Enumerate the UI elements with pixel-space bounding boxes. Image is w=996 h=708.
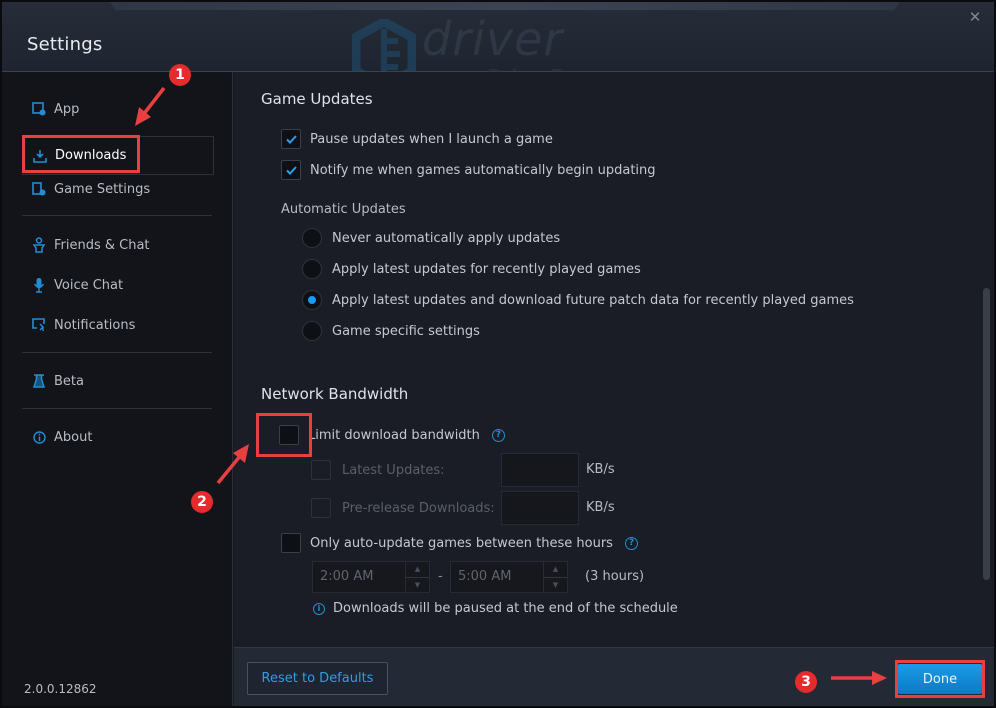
notify-updates-option[interactable]: Notify me when games automatically begin… [281,160,656,180]
latest-updates-input[interactable] [501,453,579,487]
prerelease-downloads-unit: KB/s [586,500,615,515]
sidebar-item-beta[interactable]: Beta [22,362,212,400]
pause-updates-checkbox[interactable] [281,129,301,149]
radio-button[interactable] [302,228,322,248]
sidebar-item-game-settings[interactable]: Game Settings [22,170,212,208]
pause-updates-label: Pause updates when I launch a game [310,131,553,147]
sidebar-item-label: Notifications [54,317,136,333]
notification-icon [32,317,46,333]
sidebar-item-label: About [54,429,93,445]
limit-bandwidth-checkbox[interactable] [279,425,299,445]
increment-up-icon[interactable]: ▲ [544,562,567,578]
sidebar-divider [22,215,212,216]
limit-bandwidth-option[interactable]: Limit download bandwidth ? [279,425,505,445]
reset-to-defaults-button[interactable]: Reset to Defaults [247,662,388,695]
limit-bandwidth-label: Limit download bandwidth [308,427,480,443]
sidebar-item-label: App [54,101,80,117]
done-button[interactable]: Done [898,664,982,694]
schedule-option[interactable]: Only auto-update games between these hou… [281,533,638,553]
title-bar: Settings ✕ [2,2,994,72]
latest-updates-unit: KB/s [586,462,615,477]
microphone-icon [32,277,46,293]
prerelease-downloads-option[interactable]: Pre-release Downloads: [311,498,495,518]
start-time-picker[interactable]: 2:00 AM ▲ ▼ [312,561,430,593]
sidebar-item-label: Beta [54,373,84,389]
pause-updates-option[interactable]: Pause updates when I launch a game [281,129,553,149]
sidebar-item-app[interactable]: App [22,90,212,128]
latest-updates-label: Latest Updates: [342,462,445,478]
automatic-updates-label: Automatic Updates [281,202,406,217]
settings-window: Settings ✕ driver easy www.DriverEasy.co… [0,0,996,708]
download-icon [33,148,47,164]
increment-up-icon[interactable]: ▲ [406,562,429,578]
help-icon[interactable]: ? [624,536,638,550]
game-settings-icon [32,181,46,197]
sidebar-item-label: Game Settings [54,181,151,197]
schedule-label: Only auto-update games between these hou… [310,535,613,551]
notify-updates-checkbox[interactable] [281,160,301,180]
sidebar-divider [22,408,212,409]
schedule-duration: (3 hours) [585,569,645,584]
radio-button[interactable] [302,259,322,279]
friends-icon [32,237,46,253]
annotation-badge-2: 2 [191,491,213,513]
time-separator: - [438,569,443,584]
prerelease-downloads-checkbox[interactable] [311,498,331,518]
radio-recent-games[interactable]: Apply latest updates for recently played… [302,259,641,279]
settings-content: Game Updates Pause updates when I launch… [234,72,994,647]
radio-label: Apply latest updates and download future… [332,292,854,308]
radio-label: Never automatically apply updates [332,230,561,246]
start-time-value: 2:00 AM [320,569,374,584]
radio-selected-dot [308,296,316,304]
close-icon: ✕ [968,8,982,26]
sidebar-item-label: Downloads [55,148,127,163]
help-icon[interactable]: ? [491,428,505,442]
annotation-badge-3: 3 [795,671,817,693]
sidebar-item-notifications[interactable]: Notifications [22,306,212,344]
info-icon: i [313,602,325,615]
window-title: Settings [27,34,103,55]
sidebar-item-about[interactable]: About [22,418,212,456]
latest-updates-option[interactable]: Latest Updates: [311,460,445,480]
app-settings-icon [32,101,46,117]
title-bar-accent [110,2,900,10]
prerelease-downloads-label: Pre-release Downloads: [342,500,495,516]
app-version: 2.0.0.12862 [24,682,97,696]
section-title-network-bandwidth: Network Bandwidth [261,385,409,403]
flask-icon [32,373,46,389]
checkmark-icon [285,165,297,175]
decrement-down-icon[interactable]: ▼ [406,578,429,593]
notify-updates-label: Notify me when games automatically begin… [310,162,656,178]
decrement-down-icon[interactable]: ▼ [544,578,567,593]
radio-game-specific[interactable]: Game specific settings [302,321,480,341]
prerelease-downloads-input[interactable] [501,491,579,525]
sidebar-item-friends-chat[interactable]: Friends & Chat [22,226,212,264]
section-title-game-updates: Game Updates [261,90,373,108]
info-icon [32,429,46,445]
schedule-note-text: Downloads will be paused at the end of t… [333,601,678,616]
end-time-picker[interactable]: 5:00 AM ▲ ▼ [450,561,568,593]
sidebar-item-label: Voice Chat [54,277,124,293]
annotation-badge-1: 1 [169,64,191,86]
radio-recent-games-patch-data[interactable]: Apply latest updates and download future… [302,290,854,310]
latest-updates-checkbox[interactable] [311,460,331,480]
radio-button-selected[interactable] [302,290,322,310]
sidebar-divider [22,352,212,353]
content-scrollbar[interactable] [983,288,990,580]
sidebar-item-voice-chat[interactable]: Voice Chat [22,266,212,304]
end-time-value: 5:00 AM [458,569,512,584]
footer-bar: Reset to Defaults Done [234,647,994,706]
checkmark-icon [285,134,297,144]
radio-button[interactable] [302,321,322,341]
close-button[interactable]: ✕ [966,8,984,26]
schedule-checkbox[interactable] [281,533,301,553]
radio-never-update[interactable]: Never automatically apply updates [302,228,560,248]
schedule-note: i Downloads will be paused at the end of… [313,601,678,616]
radio-label: Apply latest updates for recently played… [332,261,641,277]
radio-label: Game specific settings [332,323,480,339]
sidebar-item-label: Friends & Chat [54,237,150,253]
